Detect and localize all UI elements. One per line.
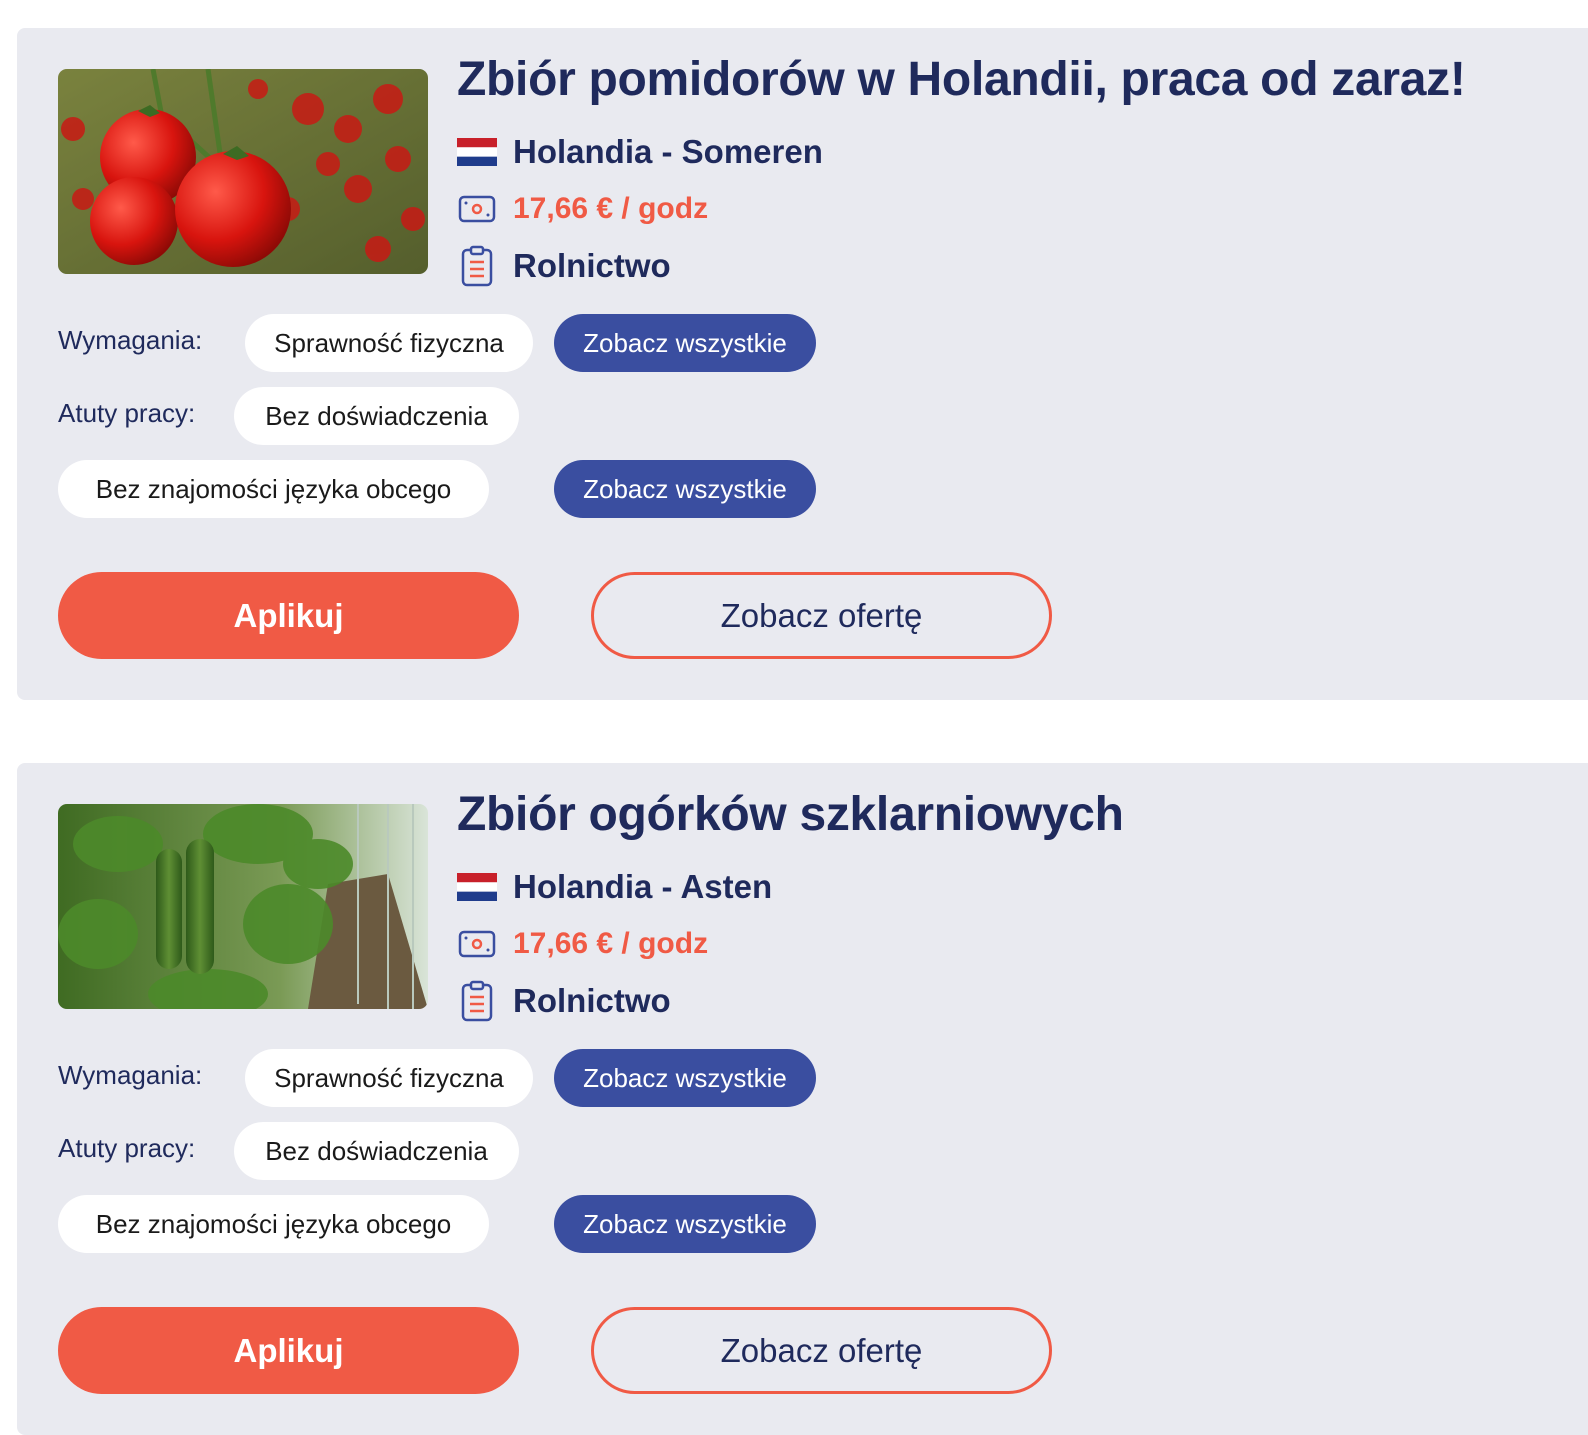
netherlands-flag-icon [457,132,497,172]
category-text: Rolnictwo [513,982,671,1019]
benefits-label: Atuty pracy: [58,398,196,428]
clipboard-icon [457,980,497,1022]
requirement-chip: Sprawność fizyczna [245,1049,533,1107]
location-text: Holandia - Asten [513,868,773,905]
category-text: Rolnictwo [513,247,671,284]
salary-text: 17,66 € / godz [513,927,709,960]
benefit-chip: Bez znajomości języka obcego [58,1195,489,1253]
view-offer-button[interactable]: Zobacz ofertę [591,1307,1052,1394]
see-all-benefits-button[interactable]: Zobacz wszystkie [554,460,816,518]
netherlands-flag-icon [457,867,497,907]
requirements-label: Wymagania: [58,1060,203,1090]
offer-location: Holandia - Asten [457,867,772,907]
see-all-requirements-button[interactable]: Zobacz wszystkie [554,1049,816,1107]
salary-text: 17,66 € / godz [513,192,709,225]
offer-salary: 17,66 € / godz [457,924,708,964]
offer-image-cucumbers[interactable] [58,804,428,1009]
offer-category: Rolnictwo [457,245,671,287]
requirements-label: Wymagania: [58,325,203,355]
clipboard-icon [457,245,497,287]
offer-category: Rolnictwo [457,980,671,1022]
offer-salary: 17,66 € / godz [457,189,708,229]
benefit-chip: Bez znajomości języka obcego [58,460,489,518]
offer-title[interactable]: Zbiór ogórków szklarniowych [457,787,1124,842]
money-icon [457,924,497,964]
view-offer-button[interactable]: Zobacz ofertę [591,572,1052,659]
apply-button[interactable]: Aplikuj [58,1307,519,1394]
offer-card: Zbiór pomidorów w Holandii, praca od zar… [17,28,1588,700]
offer-card: Zbiór ogórków szklarniowych Holandia - A… [17,763,1588,1435]
offer-location: Holandia - Someren [457,132,823,172]
see-all-requirements-button[interactable]: Zobacz wszystkie [554,314,816,372]
offer-title[interactable]: Zbiór pomidorów w Holandii, praca od zar… [457,52,1466,107]
benefits-label: Atuty pracy: [58,1133,196,1163]
money-icon [457,189,497,229]
see-all-benefits-button[interactable]: Zobacz wszystkie [554,1195,816,1253]
requirement-chip: Sprawność fizyczna [245,314,533,372]
location-text: Holandia - Someren [513,133,823,170]
apply-button[interactable]: Aplikuj [58,572,519,659]
benefit-chip: Bez doświadczenia [234,1122,519,1180]
benefit-chip: Bez doświadczenia [234,387,519,445]
offer-image-tomatoes[interactable] [58,69,428,274]
